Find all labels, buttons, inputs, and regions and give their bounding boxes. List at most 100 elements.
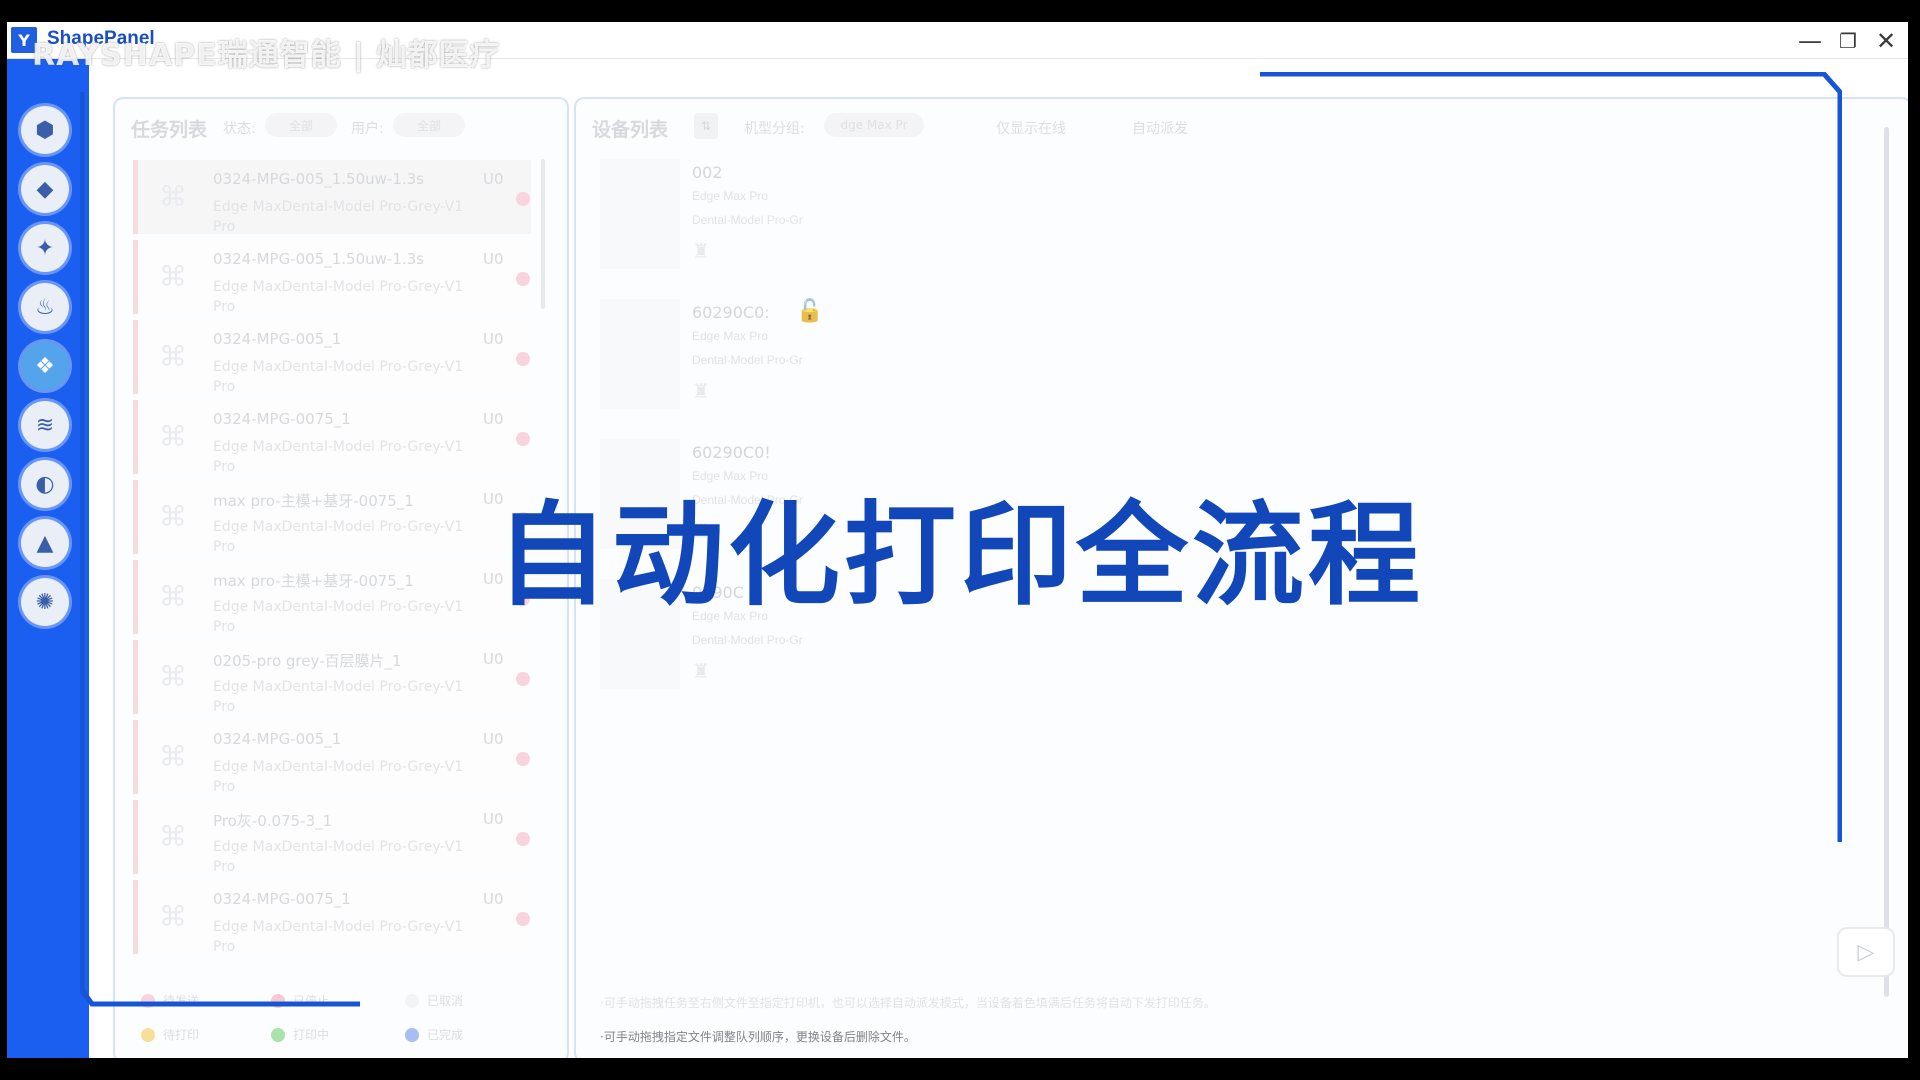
device-model: Edge Max Pro xyxy=(692,189,769,203)
legend-dot xyxy=(405,1027,419,1042)
device-status-icon: ♜ xyxy=(692,379,710,403)
task-row[interactable]: ⌘ 0324-MPG-0075_1 U0 Edge MaxDental-Mode… xyxy=(133,400,531,475)
restore-button[interactable]: ❐ xyxy=(1831,24,1865,58)
task-name: 0324-MPG-005_1 xyxy=(213,330,342,348)
device-list-title: 设备列表 xyxy=(592,119,669,141)
device-status-icon: ♜ xyxy=(692,239,710,263)
dental-model-thumbnail-icon: ⌘ xyxy=(159,339,187,373)
task-model: Edge Max xyxy=(213,279,282,295)
task-meta: Edge MaxDental-Model Pro-Grey-V1 Pro xyxy=(213,197,513,237)
task-material-tail: Pro xyxy=(213,859,236,875)
task-user: U0 xyxy=(483,730,504,748)
device-material: Dental-Model Pro-Gr xyxy=(692,213,803,227)
sidebar-model-icon[interactable]: ✦ xyxy=(21,224,69,272)
task-meta: Edge MaxDental-Model Pro-Grey-V1 Pro xyxy=(213,837,513,877)
device-id: 002 xyxy=(692,163,723,182)
task-material: Dental-Model Pro-Grey-V1 xyxy=(281,839,464,855)
device-material: Dental-Model Pro-Gr xyxy=(692,633,803,647)
task-row[interactable]: ⌘ 0324-MPG-005_1.50uw-1.3s U0 Edge MaxDe… xyxy=(133,240,531,317)
task-status-bar xyxy=(133,320,138,394)
drag-hint-text: ·可手动拖拽任务至右侧文件至指定打印机，也可以选择自动派发模式，当设备着色填满后… xyxy=(600,996,1216,1010)
status-filter-select[interactable]: 全部 xyxy=(265,113,337,137)
legend-label: 打印中 xyxy=(293,1028,330,1042)
legend-label: 已完成 xyxy=(427,1028,464,1042)
task-material: Dental-Model Pro-Grey-V1 xyxy=(281,279,464,295)
close-button[interactable]: ✕ xyxy=(1869,24,1903,58)
task-status-dot xyxy=(516,832,530,846)
sidebar-cube-icon[interactable]: ◆ xyxy=(21,165,69,213)
device-card[interactable]: 60290C0: 🔓 Edge Max Pro Dental-Model Pro… xyxy=(600,299,823,419)
legend-dot xyxy=(271,993,285,1008)
legend-waiting-send: 待发送 xyxy=(141,992,199,1009)
task-status-dot xyxy=(516,912,530,926)
legend-stopped: 已停止 xyxy=(271,992,329,1009)
task-name: 0324-MPG-0075_1 xyxy=(213,410,351,428)
task-user: U0 xyxy=(483,650,504,668)
unlock-icon[interactable]: 🔓 xyxy=(796,299,823,324)
task-model: Edge Max xyxy=(213,839,282,855)
sidebar-layers-icon[interactable]: ≋ xyxy=(21,401,69,449)
task-user: U0 xyxy=(483,810,504,828)
task-material: Dental-Model Pro-Grey-V1 xyxy=(281,199,464,215)
status-filter-label: 状态: xyxy=(223,121,256,137)
device-card[interactable]: 002 Edge Max Pro Dental-Model Pro-Gr ♜ xyxy=(600,159,810,279)
overlay-title: 自动化打印全流程 xyxy=(496,491,1424,621)
task-row[interactable]: ⌘ 0205-pro grey-百层膜片_1 U0 Edge MaxDental… xyxy=(133,640,531,717)
task-row[interactable]: ⌘ Pro灰-0.075-3_1 U0 Edge MaxDental-Model… xyxy=(133,800,531,877)
task-model: Edge Max xyxy=(213,919,282,935)
task-material: Dental-Model Pro-Grey-V1 xyxy=(281,919,464,935)
legend-dot xyxy=(271,1027,285,1042)
device-id: 60290C0! xyxy=(692,443,771,462)
task-meta: Edge MaxDental-Model Pro-Grey-V1 Pro xyxy=(213,277,513,317)
task-status-bar xyxy=(133,160,138,234)
minimize-button[interactable]: — xyxy=(1793,24,1827,58)
dental-model-thumbnail-icon: ⌘ xyxy=(159,419,187,453)
sort-icon[interactable]: ⇅ xyxy=(694,113,718,139)
task-status-bar xyxy=(133,800,138,874)
task-row[interactable]: ⌘ 0324-MPG-0075_1 U0 Edge MaxDental-Mode… xyxy=(133,880,531,957)
legend-printing: 打印中 xyxy=(271,1026,329,1043)
task-model: Edge Max xyxy=(213,199,282,215)
task-status-dot xyxy=(516,672,530,686)
model-group-select[interactable]: dge Max Pr xyxy=(824,113,924,137)
task-name: Pro灰-0.075-3_1 xyxy=(213,812,333,830)
task-material: Dental-Model Pro-Grey-V1 xyxy=(281,759,464,775)
task-model: Edge Max xyxy=(213,359,282,375)
task-material: Dental-Model Pro-Grey-V1 xyxy=(281,439,464,455)
task-meta: Edge MaxDental-Model Pro-Grey-V1 Pro xyxy=(213,677,513,717)
device-status-icon: ♜ xyxy=(692,659,710,683)
online-only-toggle[interactable]: 仅显示在线 xyxy=(996,118,1066,138)
task-user: U0 xyxy=(483,330,504,348)
legend-label: 已停止 xyxy=(293,994,330,1008)
legend-dot xyxy=(141,993,155,1008)
sidebar-resin-drop-icon[interactable]: ♨ xyxy=(21,283,69,331)
task-status-dot xyxy=(516,272,530,286)
task-row[interactable]: ⌘ 0324-MPG-005_1 U0 Edge MaxDental-Model… xyxy=(133,720,531,795)
legend-label: 已取消 xyxy=(427,994,464,1008)
task-name: 0324-MPG-0075_1 xyxy=(213,890,351,908)
legend-label: 待发送 xyxy=(163,994,200,1008)
sidebar-printer-icon[interactable]: ⬢ xyxy=(21,106,69,154)
task-status-bar xyxy=(133,400,138,474)
play-icon[interactable]: ▷ xyxy=(1837,927,1895,977)
user-filter-select[interactable]: 全部 xyxy=(393,113,465,137)
task-material-tail: Pro xyxy=(213,379,236,395)
dental-model-thumbnail-icon: ⌘ xyxy=(159,739,187,773)
task-row[interactable]: ⌘ 0324-MPG-005_1 U0 Edge MaxDental-Model… xyxy=(133,320,531,395)
task-material-tail: Pro xyxy=(213,939,236,955)
sidebar-print-job-icon[interactable]: ❖ xyxy=(21,342,69,390)
task-status-bar xyxy=(133,880,138,954)
device-id: 60290C0: xyxy=(692,303,770,322)
task-status-dot xyxy=(516,752,530,766)
task-list-scrollbar[interactable] xyxy=(541,159,545,309)
task-name: 0205-pro grey-百层膜片_1 xyxy=(213,652,402,670)
task-user: U0 xyxy=(483,250,504,268)
auto-dispatch-toggle[interactable]: 自动派发 xyxy=(1132,118,1188,138)
task-meta: Edge MaxDental-Model Pro-Grey-V1 Pro xyxy=(213,917,513,957)
task-row[interactable]: ⌘ 0324-MPG-005_1.50uw-1.3s U0 Edge MaxDe… xyxy=(133,160,531,237)
task-material: Dental-Model Pro-Grey-V1 xyxy=(281,359,464,375)
task-status-bar xyxy=(133,240,138,314)
task-model: Edge Max xyxy=(213,439,282,455)
dental-model-thumbnail-icon: ⌘ xyxy=(159,259,187,293)
task-name: 0324-MPG-005_1 xyxy=(213,730,342,748)
